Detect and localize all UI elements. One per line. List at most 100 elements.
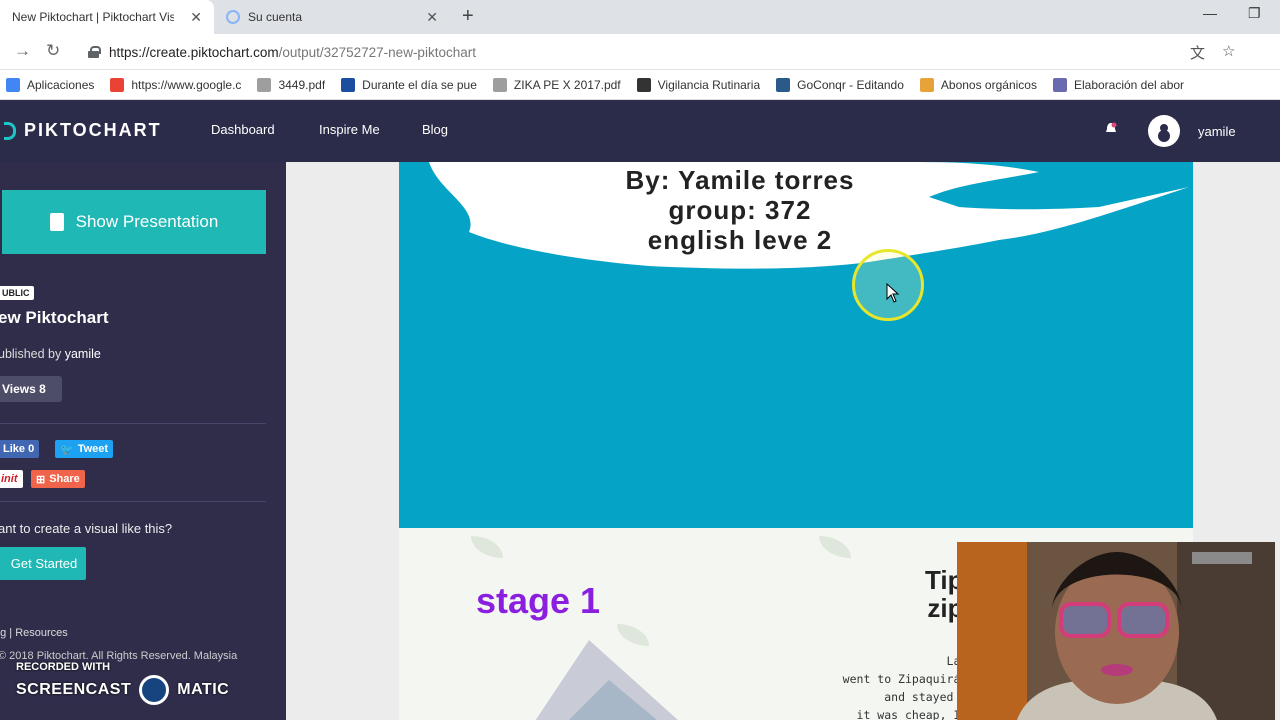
minimize-icon[interactable]: — <box>1203 5 1217 21</box>
piktochart-header: PIKTOCHART Dashboard Inspire Me Blog yam… <box>0 100 1280 162</box>
tab-piktochart[interactable]: New Piktochart | Piktochart Visual ✕ <box>0 0 214 34</box>
cover-block: By: Yamile torres group: 372 english lev… <box>399 162 1193 528</box>
bookmark-icon <box>636 77 651 92</box>
logo-text: PIKTOCHART <box>24 120 162 140</box>
show-presentation-label: Show Presentation <box>75 212 219 231</box>
create-prompt: ant to create a visual like this? <box>0 521 173 536</box>
webcam-image <box>957 542 1275 720</box>
browser-tab-strip: New Piktochart | Piktochart Visual ✕ Su … <box>0 0 1280 34</box>
bookmark-icon <box>110 77 125 92</box>
author-name: yamile <box>64 347 101 361</box>
bookmark-icon <box>776 77 791 92</box>
watermark-right: MATIC <box>177 681 230 698</box>
watermark-recorded: RECORDED WITH <box>16 661 111 673</box>
star-icon[interactable]: ☆ <box>1222 42 1235 60</box>
bookmark-label: 3449.pdf <box>278 77 326 92</box>
leaf-icon <box>471 536 503 558</box>
tab-title: New Piktochart | Piktochart Visual <box>12 10 174 24</box>
bookmark-item[interactable]: Aplicaciones <box>6 77 95 92</box>
bookmarks-bar: Aplicaciones https://www.google.c 3449.pdf… <box>0 70 1280 100</box>
pinit-label: init <box>1 473 18 485</box>
published-by: ublished by yamile <box>0 347 101 361</box>
bookmark-icon <box>341 77 356 92</box>
url-input[interactable]: https://create.piktochart.com/output/327… <box>80 38 1180 66</box>
bookmark-item[interactable]: 3449.pdf <box>257 77 326 92</box>
divider <box>0 501 266 502</box>
restore-icon[interactable]: ❐ <box>1248 5 1261 22</box>
loading-icon <box>226 10 240 24</box>
tab-close-icon[interactable]: ✕ <box>426 9 438 26</box>
bookmark-item[interactable]: Elaboración del abor <box>1052 77 1185 92</box>
bookmark-label: Abonos orgánicos <box>940 77 1037 92</box>
bookmark-item[interactable]: Abonos orgánicos <box>919 77 1037 92</box>
mouse-pointer-icon <box>886 283 900 303</box>
bookmark-label: Aplicaciones <box>27 77 95 92</box>
tweet-label: Tweet <box>77 443 109 455</box>
piktochart-logo[interactable]: PIKTOCHART <box>4 120 162 141</box>
presentation-icon <box>49 213 64 231</box>
twitter-icon: 🐦 <box>60 443 74 456</box>
screen: New Piktochart | Piktochart Visual ✕ Su … <box>0 0 1280 720</box>
piktochart-title: ew Piktochart <box>0 308 109 327</box>
bookmark-icon <box>919 77 934 92</box>
share-label: Share <box>49 473 80 485</box>
avatar[interactable] <box>1148 115 1180 147</box>
tab-title: Su cuenta <box>248 10 303 24</box>
cover-line: group: 372 <box>668 195 812 225</box>
views-count: Views 8 <box>0 376 62 402</box>
cover-line: english leve 2 <box>647 225 833 255</box>
sidebar: Show Presentation UBLIC ew Piktochart ub… <box>0 162 286 720</box>
bookmark-label: ZIKA PE X 2017.pdf <box>513 77 621 92</box>
nav-blog[interactable]: Blog <box>422 122 448 137</box>
published-by-label: ublished by <box>0 347 62 361</box>
bookmark-item[interactable]: Vigilancia Rutinaria <box>636 77 761 92</box>
footer-links[interactable]: og | Resources <box>0 627 68 639</box>
username[interactable]: yamile <box>1198 124 1236 139</box>
notification-bell-icon[interactable] <box>1104 122 1118 136</box>
public-badge: UBLIC <box>0 286 34 300</box>
tab-su-cuenta[interactable]: Su cuenta ✕ <box>214 0 450 34</box>
url-host: https://create.piktochart.com <box>109 44 279 60</box>
watermark-left: SCREENCAST <box>16 681 132 698</box>
divider <box>0 423 266 424</box>
bookmark-label: Elaboración del abor <box>1073 77 1185 92</box>
bookmark-item[interactable]: Durante el día se pue <box>341 77 477 92</box>
tab-close-icon[interactable]: ✕ <box>190 9 202 26</box>
screencast-logo-icon <box>139 675 170 705</box>
bookmark-label: https://www.google.c <box>131 77 242 92</box>
cover-line: By: Yamile torres <box>625 165 855 195</box>
share-button[interactable]: ⊞ Share <box>31 470 85 488</box>
bookmark-icon <box>6 77 20 92</box>
bookmark-icon <box>257 77 272 92</box>
bookmark-label: Vigilancia Rutinaria <box>657 77 761 92</box>
lock-icon <box>88 46 101 58</box>
stage-title: stage 1 <box>476 580 601 621</box>
url-path: /output/32752727-new-piktochart <box>278 44 476 60</box>
new-tab-button[interactable]: + <box>462 5 474 28</box>
nav-inspire-me[interactable]: Inspire Me <box>319 122 380 137</box>
bookmark-label: Durante el día se pue <box>362 77 477 92</box>
get-started-button[interactable]: Get Started <box>0 547 86 580</box>
pinit-button[interactable]: init <box>0 470 23 488</box>
facebook-like-button[interactable]: Like 0 <box>0 440 40 458</box>
bookmark-icon <box>1052 77 1067 92</box>
cover-text: By: Yamile torres group: 372 english lev… <box>399 165 1081 255</box>
webcam-overlay <box>957 542 1275 720</box>
logo-mark-icon <box>4 121 16 140</box>
mountain-image <box>535 640 678 720</box>
forward-icon[interactable]: → <box>14 41 31 61</box>
nav-dashboard[interactable]: Dashboard <box>211 122 275 137</box>
tweet-button[interactable]: 🐦 Tweet <box>55 440 114 458</box>
show-presentation-button[interactable]: Show Presentation <box>2 190 266 254</box>
like-label: Like 0 <box>3 443 35 455</box>
bookmark-label: GoConqr - Editando <box>797 77 904 92</box>
bookmark-item[interactable]: GoConqr - Editando <box>776 77 904 92</box>
translate-icon[interactable]: ⽂ <box>1190 42 1205 63</box>
bookmark-icon <box>492 77 507 92</box>
reload-icon[interactable]: ↻ <box>46 41 60 61</box>
leaf-icon <box>819 536 851 558</box>
address-bar-row: → ↻ https://create.piktochart.com/output… <box>0 34 1280 70</box>
bookmark-item[interactable]: ZIKA PE X 2017.pdf <box>492 77 621 92</box>
plus-icon: ⊞ <box>36 473 46 486</box>
bookmark-item[interactable]: https://www.google.c <box>110 77 242 92</box>
